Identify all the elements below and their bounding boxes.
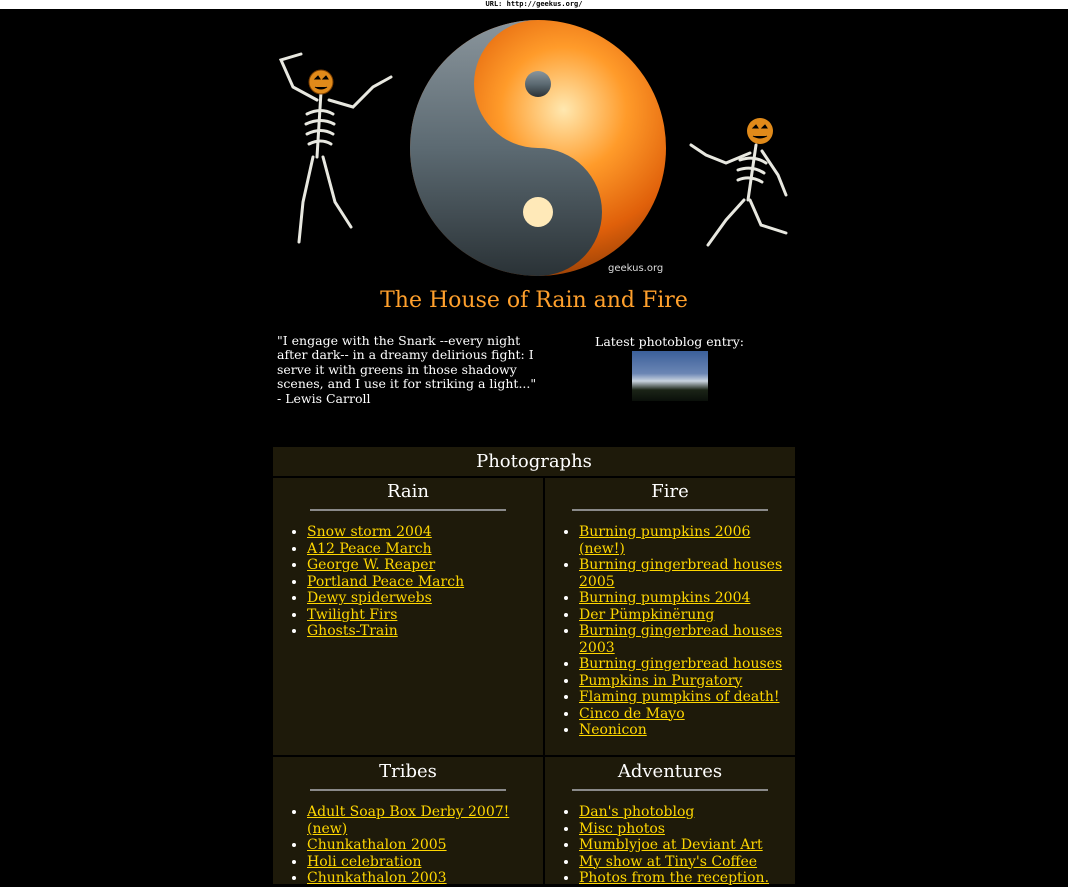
list-item: Chunkathalon 2005	[307, 837, 543, 854]
list-item: Snow storm 2004	[307, 524, 543, 541]
fire-link[interactable]: Der Pümpkinërung	[579, 607, 714, 623]
list-item: George W. Reaper	[307, 557, 543, 574]
rain-link[interactable]: George W. Reaper	[307, 557, 435, 573]
url-bar: URL: http://geekus.org/	[0, 0, 1068, 9]
fire-rule	[572, 509, 768, 511]
adventures-link[interactable]: Mumblyjoe at Deviant Art	[579, 837, 763, 853]
latest-photoblog-thumbnail[interactable]	[631, 351, 708, 401]
right-skeleton-image	[689, 118, 788, 247]
list-item: Pumpkins in Purgatory	[579, 673, 795, 690]
fire-link[interactable]: Pumpkins in Purgatory	[579, 673, 742, 689]
fire-link[interactable]: Flaming pumpkins of death!	[579, 689, 779, 705]
list-item: Burning gingerbread houses	[579, 656, 795, 673]
fire-link[interactable]: Burning gingerbread houses	[579, 656, 782, 672]
fire-heading: Fire	[651, 481, 689, 502]
tribes-link[interactable]: Adult Soap Box Derby 2007! (new)	[307, 804, 509, 837]
list-item: Burning gingerbread houses 2003	[579, 623, 795, 656]
fire-link[interactable]: Cinco de Mayo	[579, 706, 685, 722]
list-item: My show at Tiny's Coffee	[579, 854, 795, 871]
tribes-list: Adult Soap Box Derby 2007! (new) Chunkat…	[273, 804, 543, 887]
site-title: The House of Rain and Fire	[380, 288, 688, 313]
photographs-panel: Photographs Rain Snow storm 2004 A12 Pea…	[273, 447, 795, 887]
list-item: Neonicon	[579, 722, 795, 739]
rain-section: Rain Snow storm 2004 A12 Peace March Geo…	[273, 479, 543, 640]
quote-text: "I engage with the Snark --every night a…	[277, 333, 537, 406]
left-skeleton-image	[278, 52, 393, 244]
fire-link[interactable]: Burning pumpkins 2004	[579, 590, 750, 606]
list-item: Photos from the reception.	[579, 870, 795, 887]
adventures-rule	[572, 789, 768, 791]
list-item: Twilight Firs	[307, 607, 543, 624]
rain-link[interactable]: A12 Peace March	[307, 541, 432, 557]
list-item: Der Pümpkinërung	[579, 607, 795, 624]
rain-link[interactable]: Dewy spiderwebs	[307, 590, 432, 606]
list-item: Dan's photoblog	[579, 804, 795, 821]
adventures-list: Dan's photoblog Misc photos Mumblyjoe at…	[545, 804, 795, 887]
list-item: A12 Peace March	[307, 541, 543, 558]
list-item: Holi celebration	[307, 854, 543, 871]
fire-list: Burning pumpkins 2006 (new!) Burning gin…	[545, 524, 795, 739]
tribes-link[interactable]: Chunkathalon 2005	[307, 837, 447, 853]
rain-link[interactable]: Twilight Firs	[307, 607, 397, 623]
list-item: Dewy spiderwebs	[307, 590, 543, 607]
rain-link[interactable]: Ghosts-Train	[307, 623, 398, 639]
adventures-heading: Adventures	[617, 761, 723, 782]
list-item: Burning pumpkins 2006 (new!)	[579, 524, 795, 557]
tribes-heading: Tribes	[379, 761, 437, 782]
fire-link[interactable]: Burning gingerbread houses 2005	[579, 557, 782, 590]
list-item: Portland Peace March	[307, 574, 543, 591]
divider	[273, 476, 795, 478]
banner: geekus.org	[273, 10, 795, 286]
yin-yang-logo-image	[410, 20, 666, 276]
fire-link[interactable]: Burning pumpkins 2006 (new!)	[579, 524, 750, 557]
list-item: Burning pumpkins 2004	[579, 590, 795, 607]
list-item: Mumblyjoe at Deviant Art	[579, 837, 795, 854]
rain-rule	[310, 509, 506, 511]
tribes-link[interactable]: Holi celebration	[307, 854, 421, 870]
list-item: Chunkathalon 2003	[307, 870, 543, 887]
fire-link[interactable]: Burning gingerbread houses 2003	[579, 623, 782, 656]
list-item: Ghosts-Train	[307, 623, 543, 640]
adventures-link[interactable]: Misc photos	[579, 821, 665, 837]
divider	[273, 755, 795, 757]
brand-watermark: geekus.org	[608, 263, 664, 274]
rain-link[interactable]: Portland Peace March	[307, 574, 464, 590]
adventures-link[interactable]: Dan's photoblog	[579, 804, 694, 820]
rain-link[interactable]: Snow storm 2004	[307, 524, 432, 540]
list-item: Adult Soap Box Derby 2007! (new)	[307, 804, 543, 837]
list-item: Burning gingerbread houses 2005	[579, 557, 795, 590]
adventures-link[interactable]: My show at Tiny's Coffee	[579, 854, 757, 870]
latest-photoblog: Latest photoblog entry:	[583, 334, 756, 401]
list-item: Misc photos	[579, 821, 795, 838]
latest-photoblog-label: Latest photoblog entry:	[595, 334, 744, 349]
tribes-rule	[310, 789, 506, 791]
rain-list: Snow storm 2004 A12 Peace March George W…	[273, 524, 543, 640]
fire-link[interactable]: Neonicon	[579, 722, 647, 738]
tribes-section: Tribes Adult Soap Box Derby 2007! (new) …	[273, 759, 543, 887]
rain-heading: Rain	[386, 481, 430, 502]
list-item: Cinco de Mayo	[579, 706, 795, 723]
adventures-section: Adventures Dan's photoblog Misc photos M…	[545, 759, 795, 887]
list-item: Flaming pumpkins of death!	[579, 689, 795, 706]
panel-title: Photographs	[476, 451, 592, 472]
fire-section: Fire Burning pumpkins 2006 (new!) Burnin…	[545, 479, 795, 739]
